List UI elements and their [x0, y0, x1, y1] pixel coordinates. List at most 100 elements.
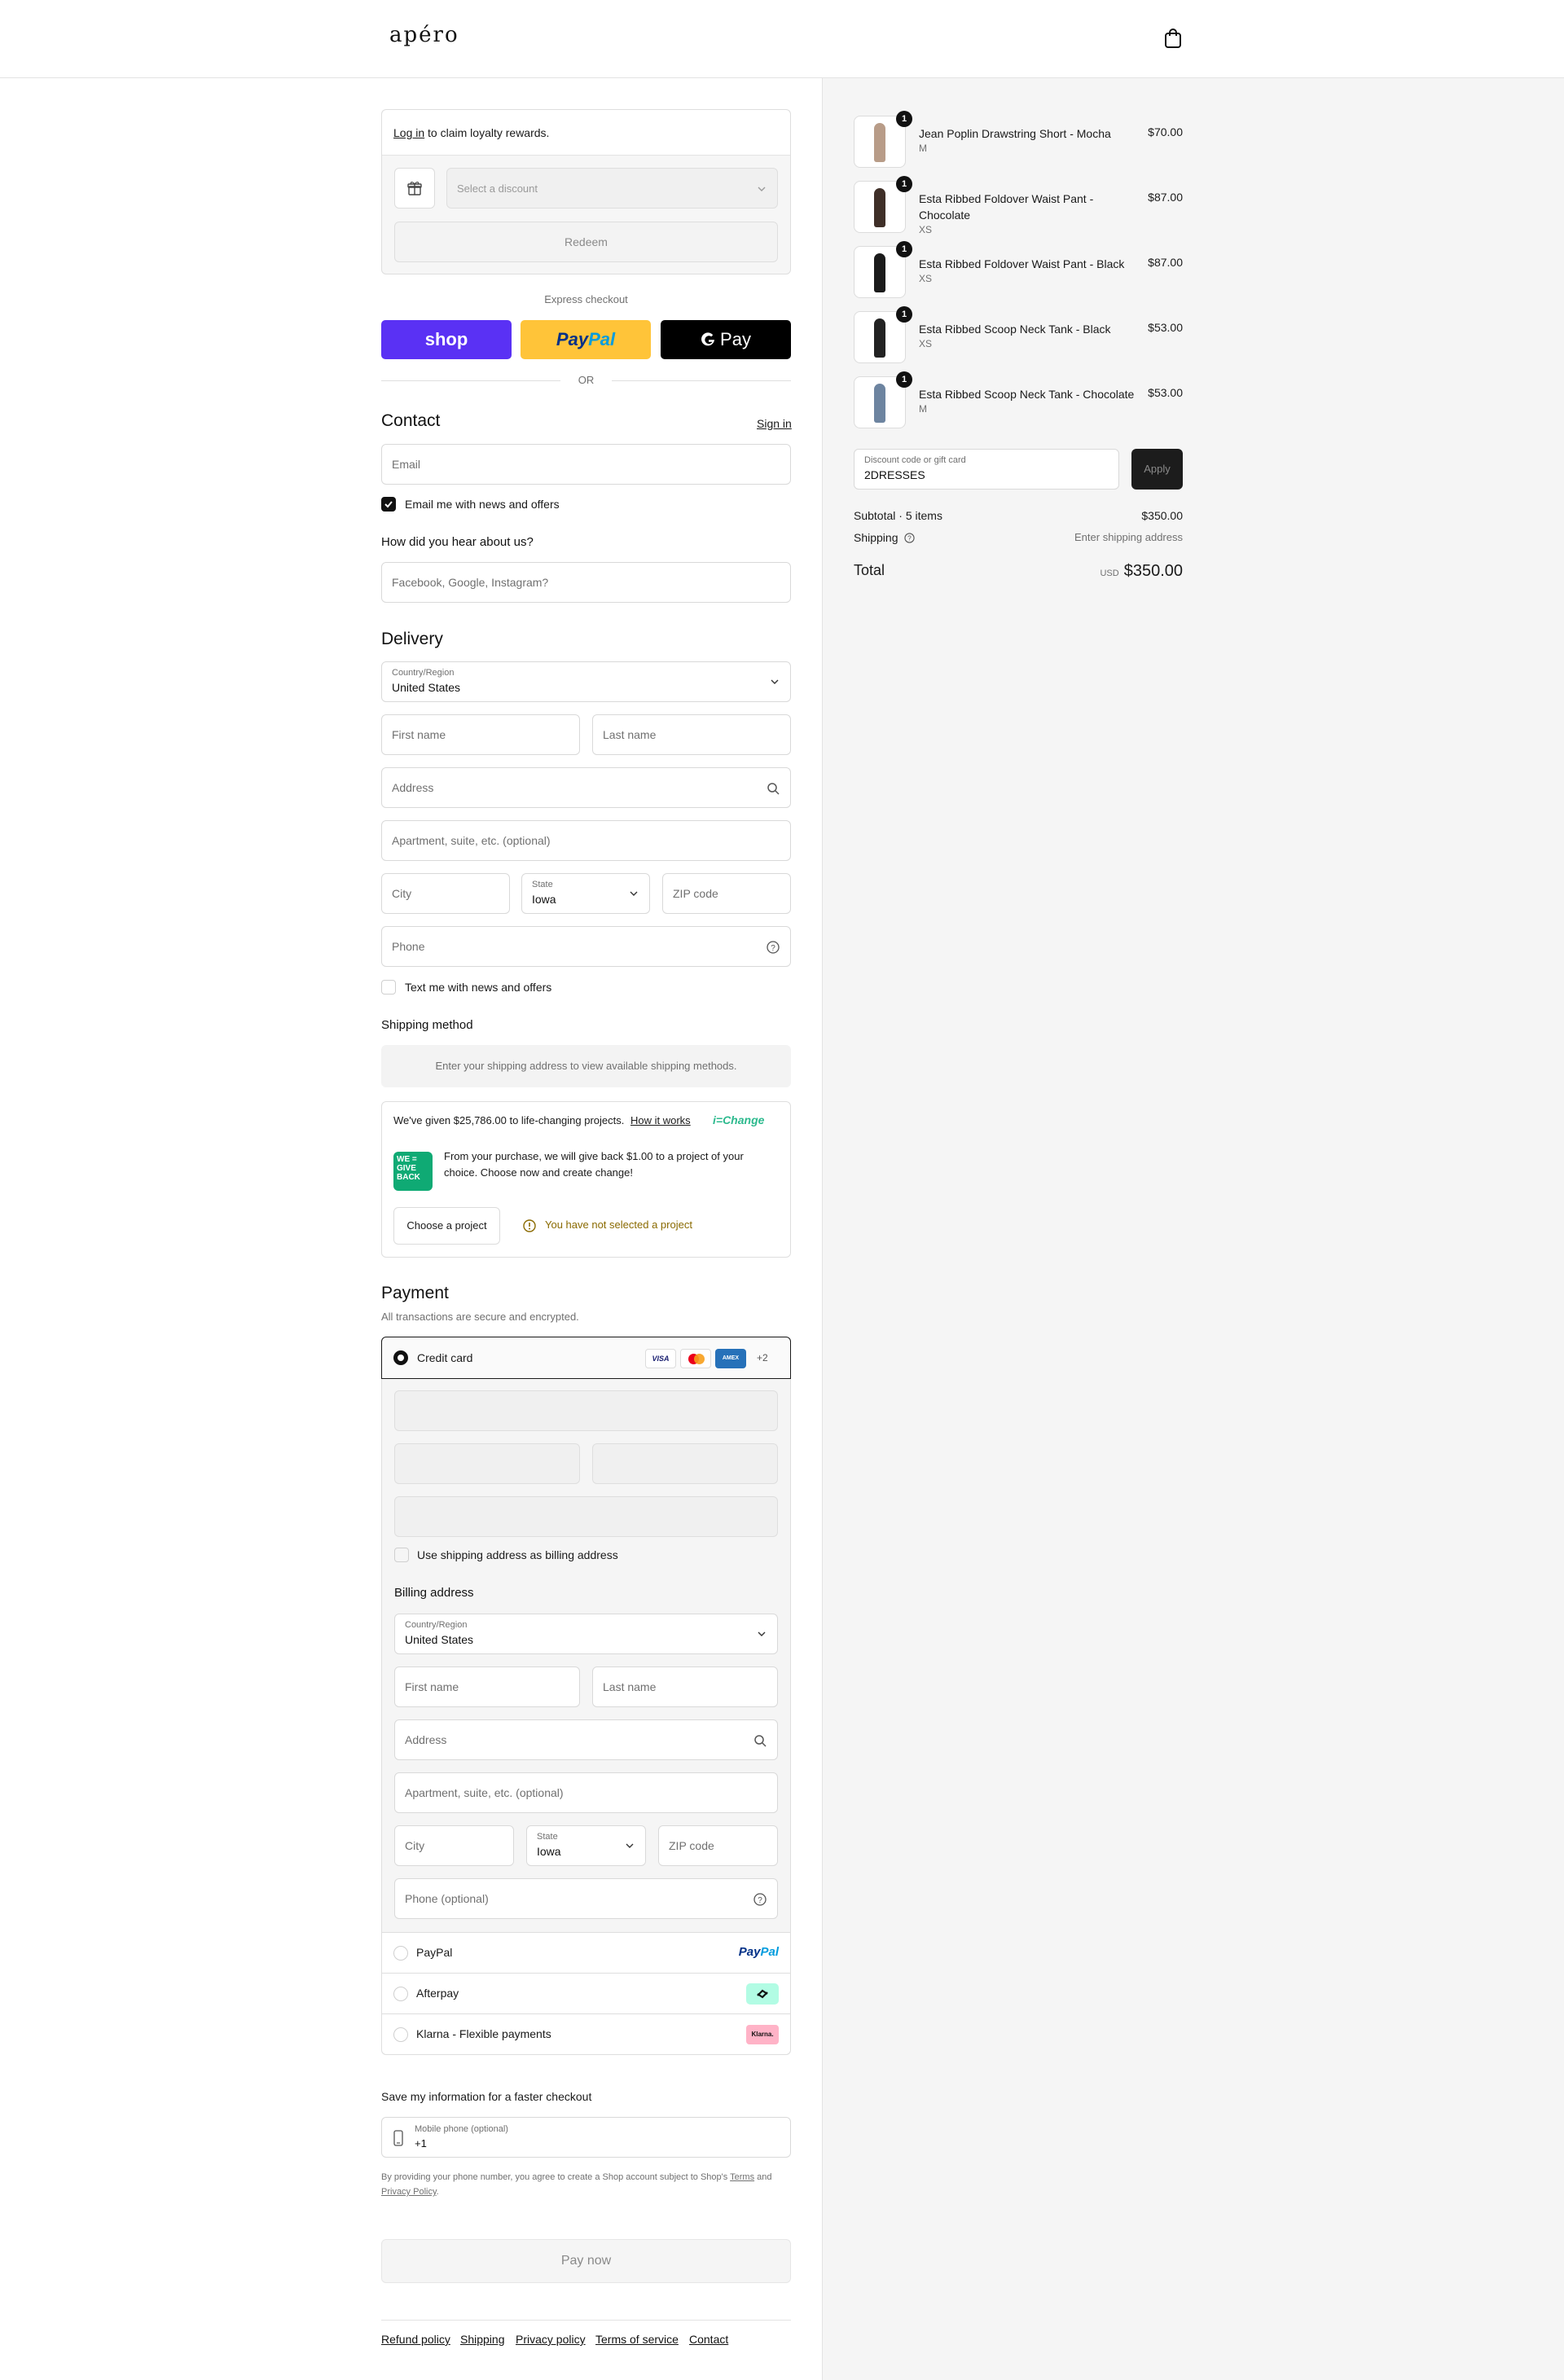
- city-field[interactable]: City: [381, 873, 510, 914]
- choose-project-button[interactable]: Choose a project: [393, 1207, 500, 1245]
- paypal-button[interactable]: PayPal: [521, 320, 651, 359]
- paypal-radio[interactable]: [393, 1946, 408, 1961]
- card-name-field[interactable]: [394, 1496, 778, 1537]
- item-price: $70.00: [1148, 125, 1183, 138]
- shipping-policy-link[interactable]: Shipping: [460, 2333, 505, 2346]
- shipping-label: Shipping: [854, 531, 898, 544]
- item-name: Jean Poplin Drawstring Short - Mocha: [919, 127, 1111, 140]
- billing-zip-field[interactable]: ZIP code: [658, 1825, 778, 1866]
- klarna-label: Klarna - Flexible payments: [416, 2027, 551, 2040]
- billing-same-checkbox[interactable]: [394, 1548, 409, 1562]
- sign-in-link[interactable]: Sign in: [757, 417, 792, 430]
- google-g-icon: [701, 332, 715, 346]
- billing-last-name-field[interactable]: Last name: [592, 1666, 778, 1707]
- brand-logo[interactable]: apéro: [389, 23, 459, 47]
- more-cards-count: +2: [757, 1352, 768, 1363]
- privacy-policy-link[interactable]: Privacy Policy: [381, 2187, 437, 2197]
- apartment-field[interactable]: Apartment, suite, etc. (optional): [381, 820, 791, 861]
- paypal-option[interactable]: PayPal PayPal: [382, 1932, 790, 1973]
- privacy-policy-footer-link[interactable]: Privacy policy: [516, 2333, 586, 2346]
- billing-phone-field[interactable]: Phone (optional) ?: [394, 1878, 778, 1919]
- help-circle-icon[interactable]: ?: [904, 533, 916, 543]
- subtotal-row: Subtotal · 5 items $350.00: [854, 509, 1183, 522]
- klarna-radio[interactable]: [393, 2027, 408, 2042]
- hear-about-label: How did you hear about us?: [381, 535, 534, 549]
- klarna-option[interactable]: Klarna - Flexible payments Klarna.: [382, 2013, 790, 2054]
- item-name: Esta Ribbed Foldover Waist Pant - Chocol…: [919, 192, 1094, 222]
- billing-country-select[interactable]: Country/Region United States: [394, 1614, 778, 1654]
- mobile-phone-field[interactable]: Mobile phone (optional) +1: [381, 2117, 791, 2158]
- credit-card-radio[interactable]: [393, 1350, 408, 1365]
- address-field[interactable]: Address: [381, 767, 791, 808]
- order-summary: [822, 78, 1564, 2380]
- apply-button[interactable]: Apply: [1131, 449, 1183, 490]
- help-circle-icon[interactable]: ?: [753, 1892, 767, 1907]
- text-news-checkbox[interactable]: [381, 980, 396, 995]
- warning-icon: [523, 1219, 536, 1232]
- billing-city-field[interactable]: City: [394, 1825, 514, 1866]
- gift-icon-box: [394, 168, 435, 209]
- paypal-logo-pal: Pal: [760, 1945, 779, 1959]
- country-value: United States: [392, 681, 461, 694]
- billing-apartment-field[interactable]: Apartment, suite, etc. (optional): [394, 1772, 778, 1813]
- afterpay-radio[interactable]: [393, 1987, 408, 2001]
- email-field[interactable]: Email: [381, 444, 791, 485]
- discount-select[interactable]: Select a discount: [446, 168, 778, 209]
- discount-code-label: Discount code or gift card: [864, 455, 966, 465]
- refund-policy-link[interactable]: Refund policy: [381, 2333, 450, 2346]
- state-select[interactable]: State Iowa: [521, 873, 650, 914]
- hear-about-input[interactable]: Facebook, Google, Instagram?: [381, 562, 791, 603]
- shop-pay-button[interactable]: shop: [381, 320, 512, 359]
- chevron-down-icon: [630, 891, 638, 896]
- billing-country-label: Country/Region: [405, 1620, 468, 1630]
- svg-text:?: ?: [758, 1896, 762, 1905]
- billing-same-label: Use shipping address as billing address: [417, 1548, 618, 1561]
- afterpay-option[interactable]: Afterpay: [382, 1973, 790, 2013]
- billing-first-name-field[interactable]: First name: [394, 1666, 580, 1707]
- afterpay-logo-icon: [746, 1983, 779, 2005]
- first-name-field[interactable]: First name: [381, 714, 580, 755]
- billing-first-name-placeholder: First name: [405, 1680, 459, 1693]
- country-select[interactable]: Country/Region United States: [381, 661, 791, 702]
- give-back-badge: WE = GIVE BACK: [393, 1152, 433, 1191]
- phone-field[interactable]: Phone ?: [381, 926, 791, 967]
- apartment-placeholder: Apartment, suite, etc. (optional): [392, 834, 551, 847]
- help-circle-icon[interactable]: ?: [766, 940, 780, 955]
- discount-code-input[interactable]: Discount code or gift card 2DRESSES: [854, 449, 1119, 490]
- mobile-phone-label: Mobile phone (optional): [415, 2124, 508, 2134]
- zip-field[interactable]: ZIP code: [662, 873, 791, 914]
- redeem-button[interactable]: Redeem: [394, 222, 778, 262]
- billing-state-select[interactable]: State Iowa: [526, 1825, 646, 1866]
- shipping-row: Shipping ? Enter shipping address: [854, 531, 1183, 544]
- login-link[interactable]: Log in: [393, 126, 424, 139]
- google-pay-button[interactable]: Pay: [661, 320, 791, 359]
- google-pay-logo: Pay: [661, 329, 791, 350]
- terms-of-service-link[interactable]: Terms of service: [595, 2333, 679, 2346]
- last-name-field[interactable]: Last name: [592, 714, 791, 755]
- how-it-works-link[interactable]: How it works: [630, 1114, 691, 1126]
- card-expiry-field[interactable]: [394, 1443, 580, 1484]
- legal-text-part: By providing your phone number, you agre…: [381, 2172, 731, 2182]
- item-variant: XS: [919, 224, 933, 235]
- credit-card-option[interactable]: Credit card VISA AMEX +2: [381, 1337, 791, 1379]
- contact-link[interactable]: Contact: [689, 2333, 728, 2346]
- shopping-bag-icon[interactable]: [1163, 28, 1183, 49]
- currency-code: USD: [1100, 569, 1119, 578]
- item-name: Esta Ribbed Scoop Neck Tank - Black: [919, 323, 1111, 336]
- state-value: Iowa: [532, 893, 556, 906]
- chevron-down-icon: [758, 1631, 766, 1636]
- checkmark-icon: [384, 501, 393, 508]
- give-back-text: From your purchase, we will give back $1…: [444, 1150, 744, 1179]
- payment-subtitle: All transactions are secure and encrypte…: [381, 1311, 579, 1323]
- svg-text:?: ?: [908, 534, 912, 542]
- email-news-checkbox[interactable]: [381, 497, 396, 512]
- billing-zip-placeholder: ZIP code: [669, 1839, 714, 1852]
- billing-address-field[interactable]: Address: [394, 1719, 778, 1760]
- country-label: Country/Region: [392, 668, 455, 678]
- card-number-field[interactable]: [394, 1390, 778, 1431]
- pay-now-button[interactable]: Pay now: [381, 2239, 791, 2283]
- card-security-field[interactable]: [592, 1443, 778, 1484]
- shop-pay-logo: shop: [424, 329, 468, 349]
- terms-link[interactable]: Terms: [730, 2172, 754, 2182]
- quantity-badge: 1: [896, 241, 912, 257]
